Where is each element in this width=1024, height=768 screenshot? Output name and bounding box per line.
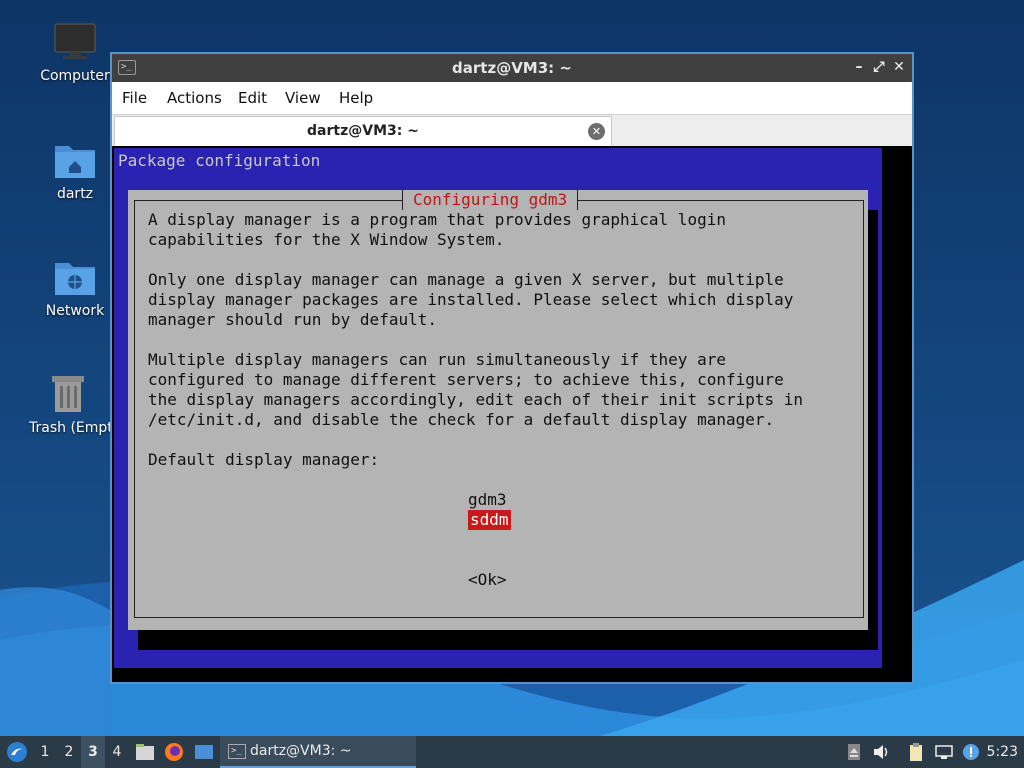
network-folder-icon — [55, 263, 95, 295]
dialog-line: configured to manage different servers; … — [148, 370, 784, 389]
tab-close-icon[interactable]: ✕ — [588, 123, 605, 140]
taskbar-task-terminal[interactable]: >_ dartz@VM3: ~ — [220, 736, 416, 768]
terminal-window: >_ dartz@VM3: ~ – ⤢ ✕ File Actions Edit … — [110, 52, 914, 684]
tab-bar: dartz@VM3: ~ ✕ — [112, 114, 912, 146]
firefox-launcher[interactable] — [162, 736, 186, 768]
dialog-line: Multiple display managers can run simult… — [148, 350, 726, 369]
option-gdm3[interactable]: gdm3 — [468, 490, 507, 510]
volume-icon[interactable] — [871, 742, 891, 762]
menu-actions[interactable]: Actions — [167, 89, 222, 107]
maximize-button[interactable]: ⤢ — [870, 58, 888, 76]
dialog-line: A display manager is a program that prov… — [148, 210, 726, 229]
computer-icon — [54, 23, 96, 59]
tab-title: dartz@VM3: ~ — [307, 123, 419, 139]
dialog-line: manager should run by default. — [148, 310, 437, 329]
debconf-dialog: Configuring gdm3 A display manager is a … — [128, 190, 868, 630]
window-titlebar[interactable]: >_ dartz@VM3: ~ – ⤢ ✕ — [112, 54, 912, 82]
update-notifier-icon[interactable] — [961, 742, 981, 762]
file-manager-icon — [136, 744, 154, 760]
file-manager-launcher[interactable] — [133, 736, 157, 768]
dialog-line: /etc/init.d, and disable the check for a… — [148, 410, 775, 429]
workspace-2[interactable]: 2 — [57, 736, 81, 768]
minimize-button[interactable]: – — [850, 58, 868, 76]
home-folder-icon — [55, 146, 95, 178]
ok-button[interactable]: <Ok> — [468, 570, 507, 589]
network-status-icon[interactable] — [934, 742, 954, 762]
dialog-line: capabilities for the X Window System. — [148, 230, 505, 249]
workspace-3[interactable]: 3 — [81, 736, 105, 768]
tab-terminal[interactable]: dartz@VM3: ~ ✕ — [114, 116, 612, 146]
menu-view[interactable]: View — [285, 89, 321, 107]
dialog-line: the display managers accordingly, edit e… — [148, 390, 804, 409]
dialog-line: Only one display manager can manage a gi… — [148, 270, 784, 289]
clock[interactable]: 5:23 — [987, 736, 1018, 768]
firefox-icon — [165, 743, 183, 761]
workspace-4[interactable]: 4 — [105, 736, 129, 768]
task-title: dartz@VM3: ~ — [250, 743, 352, 759]
desktop-icon — [195, 745, 213, 759]
terminal-screen[interactable]: Package configuration Configuring gdm3 A… — [112, 146, 912, 682]
clipboard-icon[interactable] — [906, 742, 926, 762]
lubuntu-logo-icon — [7, 742, 27, 762]
dialog-line: display manager packages are installed. … — [148, 290, 794, 309]
menu-file[interactable]: File — [122, 89, 147, 107]
desktop-icon-trash[interactable]: Trash (Empty) — [25, 372, 110, 436]
default-display-manager-label: Default display manager: — [148, 450, 380, 469]
package-configuration-header: Package configuration — [118, 151, 321, 170]
option-sddm-selected[interactable]: sddm — [468, 510, 511, 530]
desktop-icon-label: Trash (Empty) — [29, 420, 110, 436]
close-button[interactable]: ✕ — [890, 58, 908, 76]
eject-icon[interactable] — [844, 742, 864, 762]
debconf-background: Package configuration Configuring gdm3 A… — [114, 148, 882, 668]
menubar: File Actions Edit View Help — [112, 82, 912, 114]
window-title: dartz@VM3: ~ — [452, 59, 572, 77]
menu-help[interactable]: Help — [339, 89, 373, 107]
dialog-title: Configuring gdm3 — [402, 190, 579, 210]
app-menu-button[interactable] — [4, 736, 30, 768]
terminal-icon: >_ — [228, 744, 246, 759]
show-desktop-button[interactable] — [192, 736, 216, 768]
workspace-1[interactable]: 1 — [33, 736, 57, 768]
menu-edit[interactable]: Edit — [238, 89, 267, 107]
trash-icon — [51, 376, 84, 412]
taskbar: 1 2 3 4 >_ dartz@VM3: ~ 5:23 — [0, 736, 1024, 768]
